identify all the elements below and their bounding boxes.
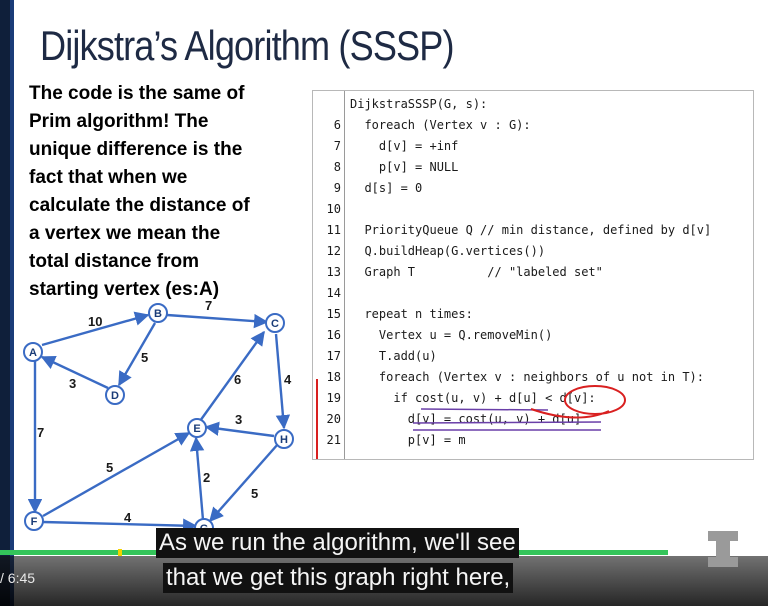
weight-F-G: 4 — [124, 510, 132, 525]
time-duration: / 6:45 — [0, 570, 36, 586]
edge-F-E — [42, 431, 191, 518]
edge-G-E — [189, 436, 205, 521]
weight-B-D: 5 — [141, 350, 148, 365]
node-H: H — [274, 429, 294, 449]
node-A: A — [23, 342, 43, 362]
handwritten-annotations — [316, 379, 626, 459]
video-frame[interactable]: Dijkstra’s Algorithm (SSSP) The code is … — [0, 0, 768, 606]
weight-C-H: 4 — [284, 372, 292, 387]
weight-C-E: 6 — [234, 372, 241, 387]
annotation-strike-20 — [412, 421, 602, 424]
node-C: C — [265, 313, 285, 333]
node-label-C: C — [271, 318, 279, 330]
illinois-logo-icon — [708, 531, 738, 567]
node-label-D: D — [111, 390, 119, 402]
weight-A-B: 10 — [88, 314, 102, 329]
edge-B-D — [117, 322, 157, 387]
edge-B-C — [166, 313, 269, 329]
graph-diagram: A B C D E F G H 10 7 5 3 7 6 4 3 5 2 5 4 — [23, 300, 294, 538]
code-listing: DijkstraSSSP(G, s): 6 foreach (Vertex v :… — [312, 90, 754, 460]
node-D: D — [105, 385, 125, 405]
annotation-circle — [564, 385, 626, 415]
node-label-F: F — [31, 516, 38, 528]
edge-H-G — [209, 443, 279, 523]
weight-B-C: 7 — [205, 300, 212, 313]
weight-A-F: 7 — [37, 425, 44, 440]
node-F: F — [24, 511, 44, 531]
slide-note: The code is the same of Prim algorithm! … — [29, 83, 250, 300]
weight-G-E: 2 — [203, 470, 210, 485]
weight-H-G: 5 — [251, 486, 258, 501]
node-B: B — [148, 303, 168, 323]
node-label-E: E — [193, 423, 200, 435]
chapter-marker[interactable] — [118, 549, 122, 556]
node-label-A: A — [29, 347, 37, 359]
edge-H-E — [204, 421, 275, 438]
edge-F-G — [42, 518, 198, 533]
node-label-H: H — [280, 434, 288, 446]
annotation-bracket — [316, 379, 318, 459]
node-label-B: B — [154, 308, 162, 320]
slide-title: Dijkstra’s Algorithm (SSSP) — [40, 22, 455, 69]
edge-weights: 10 7 5 3 7 6 4 3 5 2 5 4 — [37, 300, 292, 525]
weight-H-E: 3 — [235, 412, 242, 427]
subtitle-line-1: As we run the algorithm, we'll see — [156, 528, 519, 558]
node-E: E — [187, 418, 207, 438]
annotation-underline-19 — [420, 408, 549, 411]
weight-D-A: 3 — [69, 376, 76, 391]
weight-F-E: 5 — [106, 460, 113, 475]
edge-C-H — [274, 333, 291, 430]
subtitle-line-2: that we get this graph right here, — [163, 563, 514, 593]
edge-E-C — [199, 330, 265, 422]
